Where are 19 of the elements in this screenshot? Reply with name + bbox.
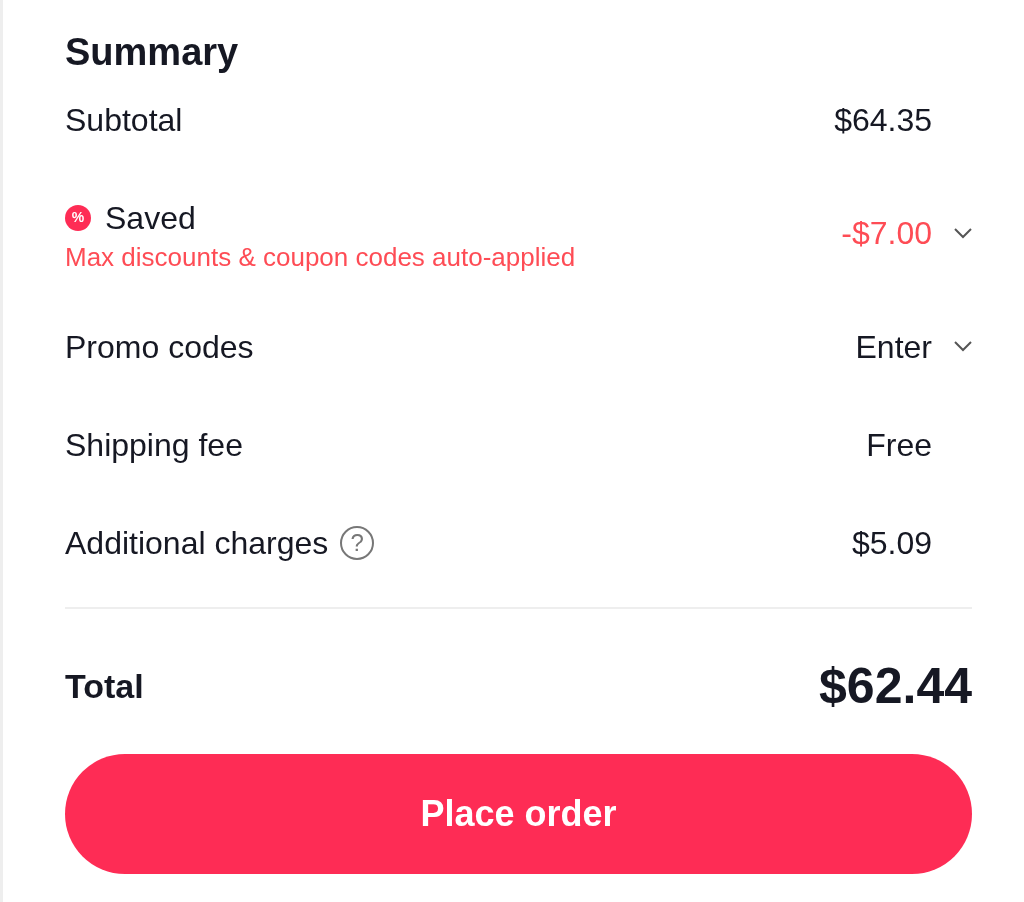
place-order-button[interactable]: Place order: [65, 753, 972, 874]
chevron-down-icon[interactable]: [954, 341, 972, 353]
discount-note: Max discounts & coupon codes auto-applied: [65, 241, 576, 273]
row-label: Subtotal: [65, 100, 183, 140]
chevron-down-icon[interactable]: [954, 227, 972, 239]
row-value: $5.09: [851, 523, 932, 563]
row-label: Shipping fee: [65, 425, 243, 465]
total-value: $62.44: [819, 656, 972, 716]
total-label: Total: [65, 665, 144, 707]
summary-title: Summary: [65, 30, 240, 75]
row-value: Free: [866, 425, 932, 465]
row-value: Enter: [855, 327, 932, 367]
row-value: -$7.00: [841, 214, 932, 254]
discount-icon: %: [65, 204, 91, 231]
help-icon: ?: [340, 525, 375, 560]
row-label: Promo codes: [65, 327, 254, 367]
row-value: $64.35: [834, 100, 932, 140]
row-label: Additional charges: [65, 523, 329, 563]
row-label: Saved: [105, 198, 196, 238]
